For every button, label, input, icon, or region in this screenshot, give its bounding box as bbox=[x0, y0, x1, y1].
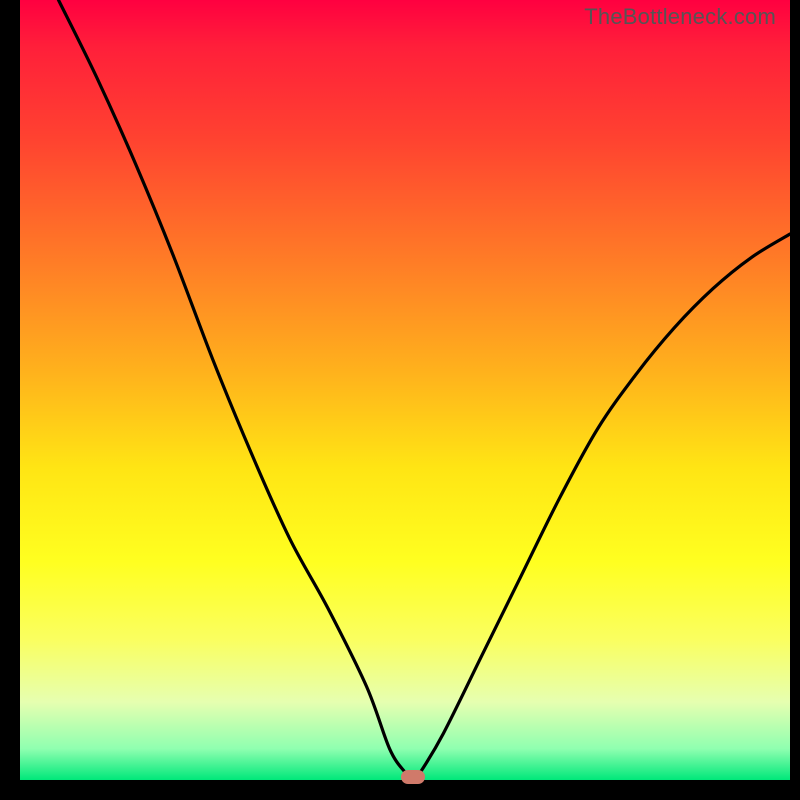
plot-area: TheBottleneck.com bbox=[20, 0, 790, 780]
chart-frame: TheBottleneck.com bbox=[0, 0, 800, 800]
optimal-marker bbox=[401, 770, 425, 784]
bottleneck-curve bbox=[20, 0, 790, 780]
curve-path bbox=[59, 0, 791, 780]
